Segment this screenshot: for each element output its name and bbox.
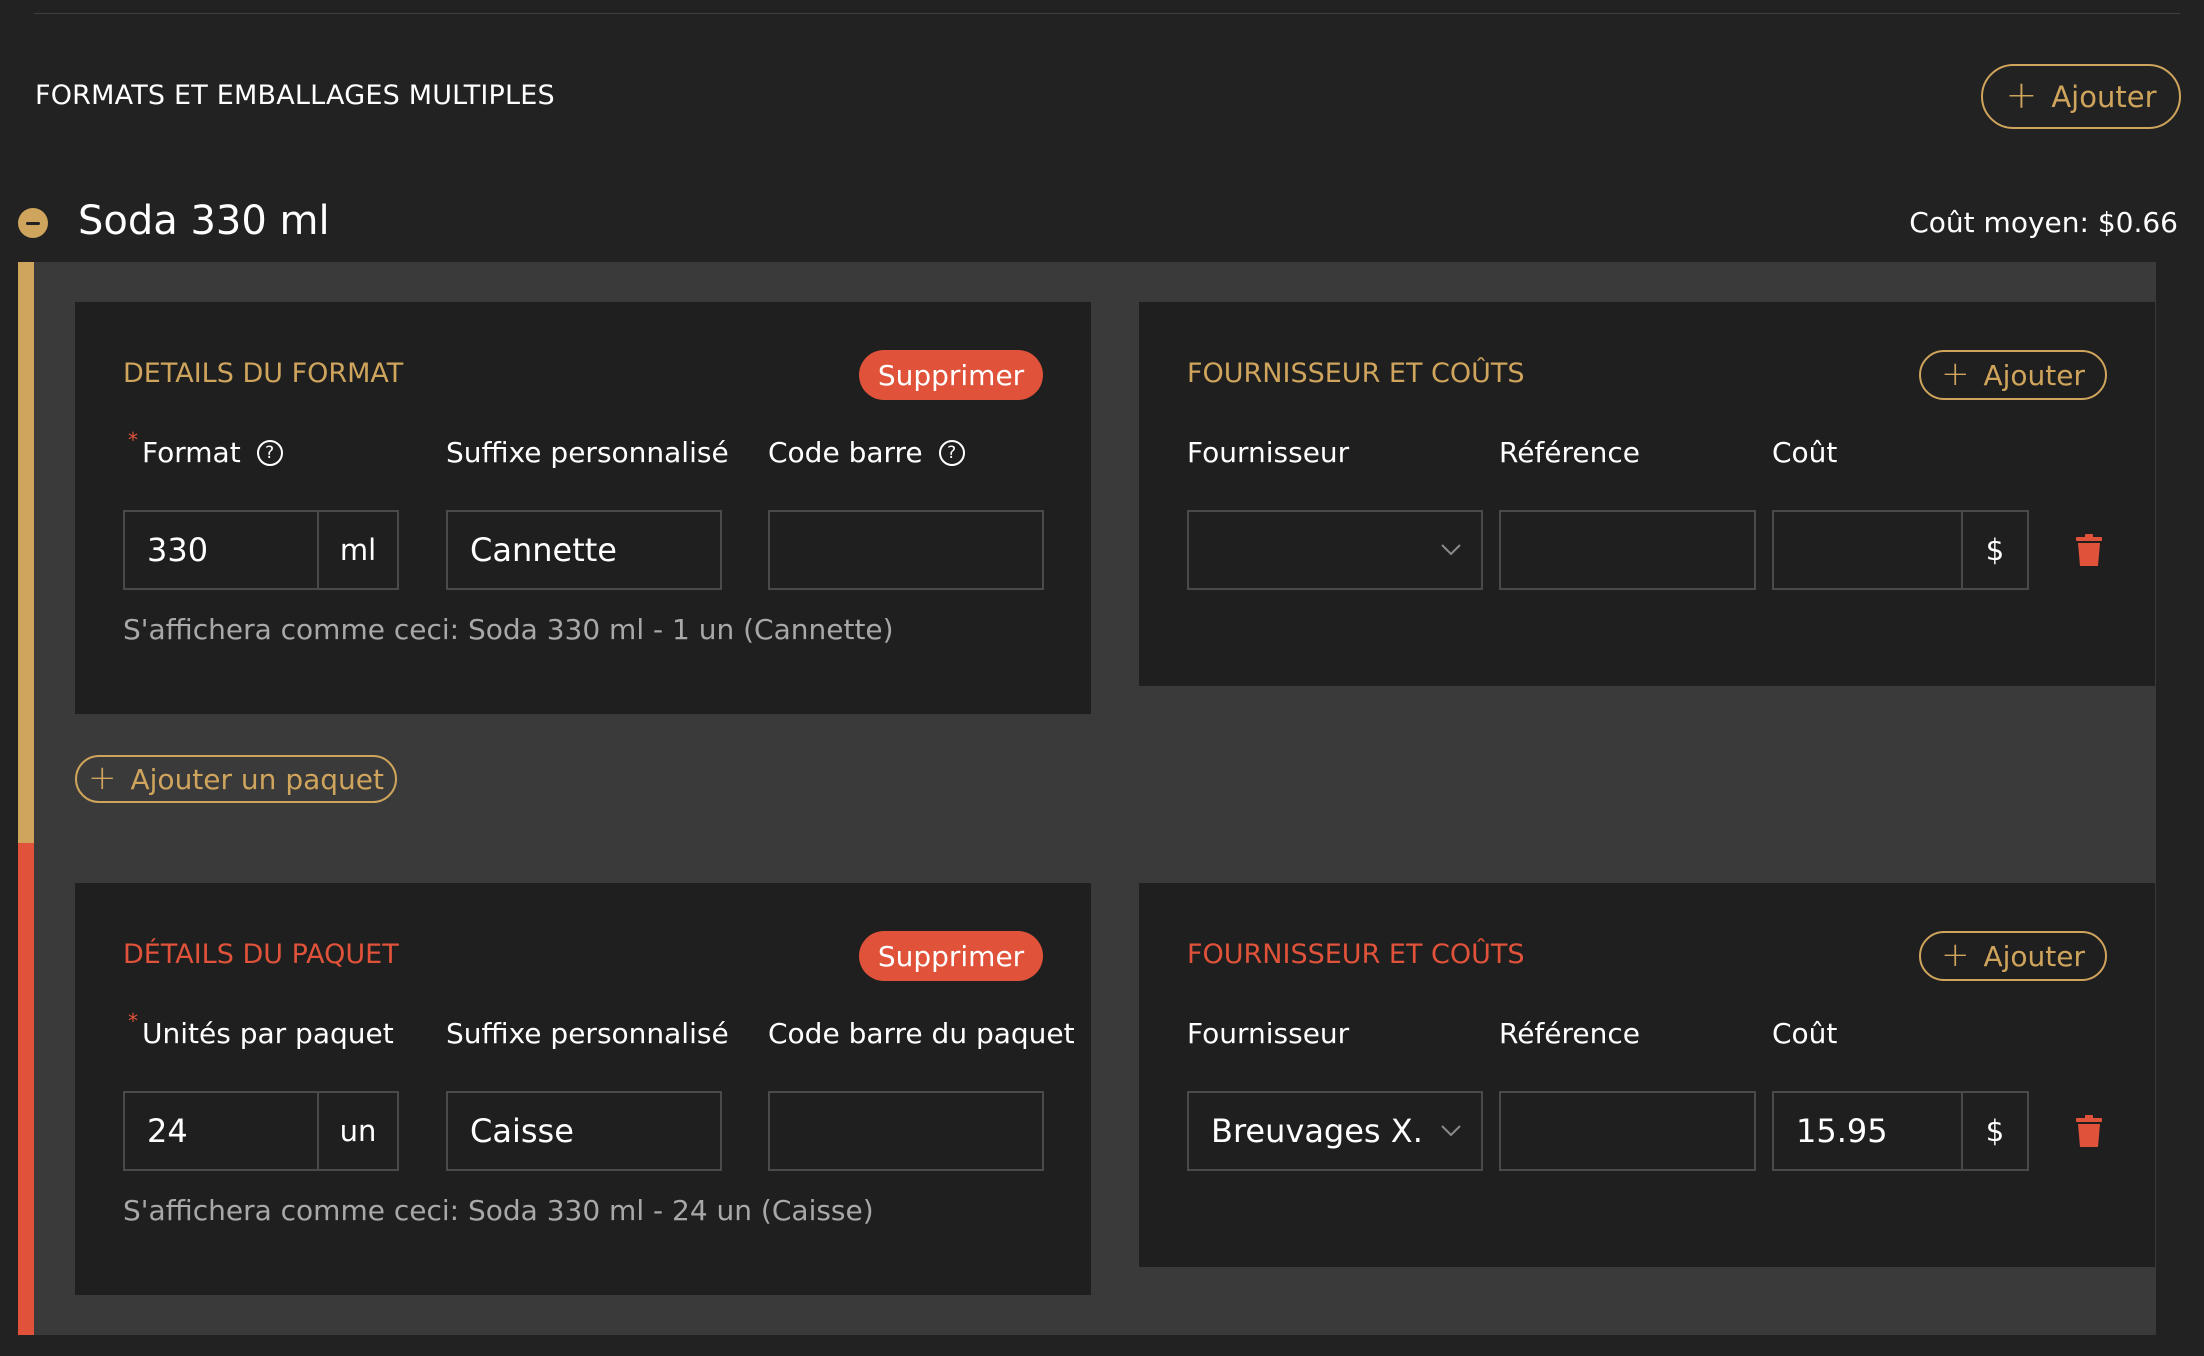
add-package-button[interactable]: + Ajouter un paquet — [75, 755, 397, 803]
chevron-down-icon — [1421, 544, 1481, 556]
package-supplier-card: FOURNISSEUR ET COÛTS + Ajouter Fournisse… — [1139, 883, 2155, 1267]
format-label-text: Format — [142, 436, 241, 469]
units-unit: un — [317, 1093, 397, 1169]
format-suffix-input[interactable]: Cannette — [446, 510, 722, 590]
package-barcode-input[interactable] — [768, 1091, 1044, 1171]
plus-icon: + — [88, 757, 117, 798]
package-cost-value: 15.95 — [1796, 1112, 1888, 1150]
format-details-card: DETAILS DU FORMAT Supprimer * Format ? S… — [75, 302, 1091, 714]
reference-input[interactable] — [1499, 510, 1756, 590]
format-suffix-value: Cannette — [470, 531, 617, 569]
package-supplier-label: Fournisseur — [1187, 1017, 1350, 1050]
units-value: 24 — [147, 1112, 188, 1150]
supplier-select[interactable] — [1187, 510, 1483, 590]
format-barcode-input[interactable] — [768, 510, 1044, 590]
delete-package-button[interactable]: Supprimer — [859, 931, 1043, 981]
delete-format-button[interactable]: Supprimer — [859, 350, 1043, 400]
add-package-label: Ajouter un paquet — [130, 762, 384, 796]
package-reference-input[interactable] — [1499, 1091, 1756, 1171]
units-input[interactable]: 24 un — [123, 1091, 399, 1171]
format-name: Soda 330 ml — [78, 198, 330, 244]
cost-input[interactable]: $ — [1772, 510, 2029, 590]
chevron-down-icon — [1421, 1125, 1481, 1137]
format-supplier-title: FOURNISSEUR ET COÛTS — [1187, 358, 1525, 389]
average-cost: Coût moyen: $0.66 — [1909, 206, 2178, 239]
format-preview: S'affichera comme ceci: Soda 330 ml - 1 … — [123, 613, 894, 646]
package-accent-bar — [18, 843, 34, 1335]
package-cost-input[interactable]: 15.95 $ — [1772, 1091, 2029, 1171]
add-format-label: Ajouter — [2051, 79, 2157, 114]
help-icon[interactable]: ? — [938, 439, 965, 466]
format-quantity-value: 330 — [147, 531, 209, 569]
add-supplier-label: Ajouter — [1983, 358, 2086, 392]
package-suffix-value: Caisse — [470, 1112, 574, 1150]
package-barcode-label: Code barre du paquet — [768, 1017, 1075, 1050]
barcode-label: Code barre ? — [768, 436, 965, 469]
package-supplier-title: FOURNISSEUR ET COÛTS — [1187, 939, 1525, 970]
required-marker: * — [128, 428, 138, 452]
package-supplier-select[interactable]: Breuvages X... — [1187, 1091, 1483, 1171]
plus-icon: + — [2005, 73, 2038, 117]
package-supplier-value: Breuvages X... — [1211, 1112, 1421, 1150]
required-marker: * — [128, 1009, 138, 1033]
units-label-text: Unités par paquet — [142, 1017, 394, 1050]
currency-addon: $ — [1961, 512, 2027, 588]
cost-label: Coût — [1772, 436, 1838, 469]
format-details-title: DETAILS DU FORMAT — [123, 358, 404, 389]
reference-label: Référence — [1499, 436, 1640, 469]
plus-icon: + — [1940, 934, 1970, 975]
section-title: FORMATS ET EMBALLAGES MULTIPLES — [35, 80, 555, 111]
plus-icon: + — [1940, 353, 1970, 394]
supplier-label: Fournisseur — [1187, 436, 1350, 469]
package-suffix-label: Suffixe personnalisé — [446, 1017, 729, 1050]
collapse-icon[interactable] — [18, 208, 48, 238]
units-label: * Unités par paquet — [128, 1009, 394, 1050]
package-reference-label: Référence — [1499, 1017, 1640, 1050]
add-package-supplier-label: Ajouter — [1983, 939, 2086, 973]
package-preview: S'affichera comme ceci: Soda 330 ml - 24… — [123, 1194, 874, 1227]
suffix-label: Suffixe personnalisé — [446, 436, 729, 469]
top-divider — [34, 13, 2180, 14]
trash-icon[interactable] — [2076, 534, 2102, 570]
package-cost-label: Coût — [1772, 1017, 1838, 1050]
package-details-card: DÉTAILS DU PAQUET Supprimer * Unités par… — [75, 883, 1091, 1295]
package-suffix-input[interactable]: Caisse — [446, 1091, 722, 1171]
format-label: * Format ? — [128, 428, 283, 469]
add-supplier-button[interactable]: + Ajouter — [1919, 350, 2107, 400]
add-package-supplier-button[interactable]: + Ajouter — [1919, 931, 2107, 981]
format-accent-bar — [18, 262, 34, 843]
trash-icon[interactable] — [2076, 1115, 2102, 1151]
package-details-title: DÉTAILS DU PAQUET — [123, 939, 399, 970]
package-currency-addon: $ — [1961, 1093, 2027, 1169]
format-unit: ml — [317, 512, 397, 588]
format-supplier-card: FOURNISSEUR ET COÛTS + Ajouter Fournisse… — [1139, 302, 2155, 686]
add-format-button[interactable]: + Ajouter — [1981, 64, 2181, 129]
help-icon[interactable]: ? — [256, 439, 283, 466]
format-quantity-input[interactable]: 330 ml — [123, 510, 399, 590]
barcode-label-text: Code barre — [768, 436, 923, 469]
